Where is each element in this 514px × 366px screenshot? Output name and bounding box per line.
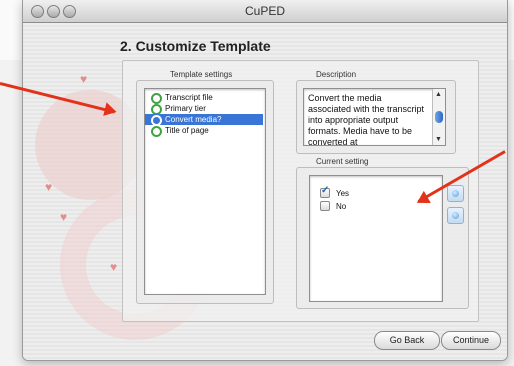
option-label: Yes [336,188,350,198]
description-box[interactable]: Convert the media associated with the tr… [303,88,446,146]
template-settings-list[interactable]: Transcript file Primary tier Convert med… [144,88,266,295]
window-title: CuPED [244,4,285,18]
side-action-button[interactable] [447,207,464,224]
scroll-thumb[interactable] [435,111,443,123]
scroll-down-icon[interactable]: ▼ [435,136,442,143]
description-scrollbar[interactable]: ▲ ▼ [432,89,445,145]
list-item[interactable]: Transcript file [145,92,263,104]
template-settings-label: Template settings [170,70,233,79]
no-checkbox[interactable] [320,201,330,211]
title-bar: CuPED [23,0,507,23]
heart-icon: ♥ [110,260,118,274]
page-title: 2. Customize Template [120,38,271,54]
list-item-selected[interactable]: Convert media? [145,114,263,126]
status-ring-icon [151,126,162,137]
heart-icon: ♥ [45,180,53,194]
list-item-label: Primary tier [165,104,206,113]
continue-button[interactable]: Continue [441,331,501,350]
description-text: Convert the media associated with the tr… [308,93,425,146]
list-item[interactable]: Title of page [145,125,263,137]
description-label: Description [316,70,357,79]
list-item-label: Title of page [165,126,209,135]
option-yes[interactable]: Yes [320,185,350,198]
option-no[interactable]: No [320,201,346,211]
go-back-button[interactable]: Go Back [374,331,440,350]
heart-icon: ♥ [60,210,68,224]
side-action-button[interactable] [447,185,464,202]
heart-icon: ♥ [80,72,88,86]
scroll-up-icon[interactable]: ▲ [435,91,442,98]
list-item-label: Transcript file [165,93,213,102]
list-item[interactable]: Primary tier [145,103,263,115]
yes-checkbox[interactable] [320,185,330,198]
current-setting-label: Current setting [316,157,369,166]
option-label: No [336,201,347,211]
list-item-label: Convert media? [165,115,222,124]
